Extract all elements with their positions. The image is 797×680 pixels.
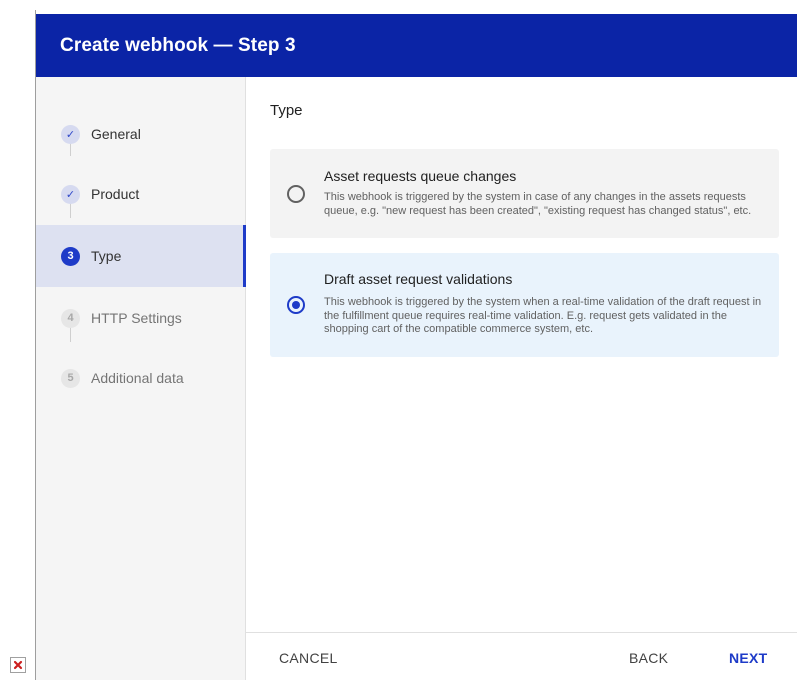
back-button[interactable]: BACK bbox=[629, 650, 668, 666]
step-number-badge: 5 bbox=[61, 368, 80, 388]
step-http-settings[interactable]: 4 HTTP Settings bbox=[36, 287, 246, 349]
step-label: HTTP Settings bbox=[91, 310, 182, 326]
check-icon: ✓ bbox=[61, 184, 80, 204]
next-button[interactable]: NEXT bbox=[729, 650, 768, 666]
step-label: Type bbox=[91, 248, 122, 264]
option-draft-asset-request-validations[interactable]: Draft asset request validations This web… bbox=[270, 253, 779, 357]
dialog-title: Create webhook — Step 3 bbox=[60, 34, 296, 56]
stepper-sidebar: ✓ General ✓ Product 3 Type 4 HTTP Settin… bbox=[36, 77, 246, 680]
step-label: Product bbox=[91, 186, 140, 202]
dialog-footer: CANCEL BACK NEXT bbox=[246, 632, 797, 680]
step-number-badge: 3 bbox=[61, 246, 80, 266]
radio-button-unchecked[interactable] bbox=[287, 185, 305, 203]
check-icon: ✓ bbox=[61, 124, 80, 144]
step-label: General bbox=[91, 126, 141, 142]
option-description: This webhook is triggered by the system … bbox=[324, 191, 752, 217]
broken-image-icon bbox=[10, 657, 26, 673]
step-label: Additional data bbox=[91, 370, 184, 386]
cancel-button[interactable]: CANCEL bbox=[279, 650, 338, 666]
dialog-header: Create webhook — Step 3 bbox=[36, 14, 797, 77]
option-asset-requests-queue-changes[interactable]: Asset requests queue changes This webhoo… bbox=[270, 149, 779, 238]
option-description: This webhook is triggered by the system … bbox=[324, 296, 762, 335]
step-number-badge: 4 bbox=[61, 308, 80, 328]
step-additional-data[interactable]: 5 Additional data bbox=[36, 347, 246, 409]
create-webhook-dialog: Create webhook — Step 3 ✓ General ✓ Prod… bbox=[35, 10, 797, 680]
step-content: Type Asset requests queue changes This w… bbox=[246, 77, 797, 635]
radio-button-checked[interactable] bbox=[287, 296, 305, 314]
step-general[interactable]: ✓ General bbox=[36, 103, 246, 165]
step-product[interactable]: ✓ Product bbox=[36, 163, 246, 225]
option-title: Draft asset request validations bbox=[324, 271, 513, 287]
step-type[interactable]: 3 Type bbox=[36, 225, 246, 287]
option-title: Asset requests queue changes bbox=[324, 168, 517, 184]
section-title: Type bbox=[270, 102, 303, 119]
